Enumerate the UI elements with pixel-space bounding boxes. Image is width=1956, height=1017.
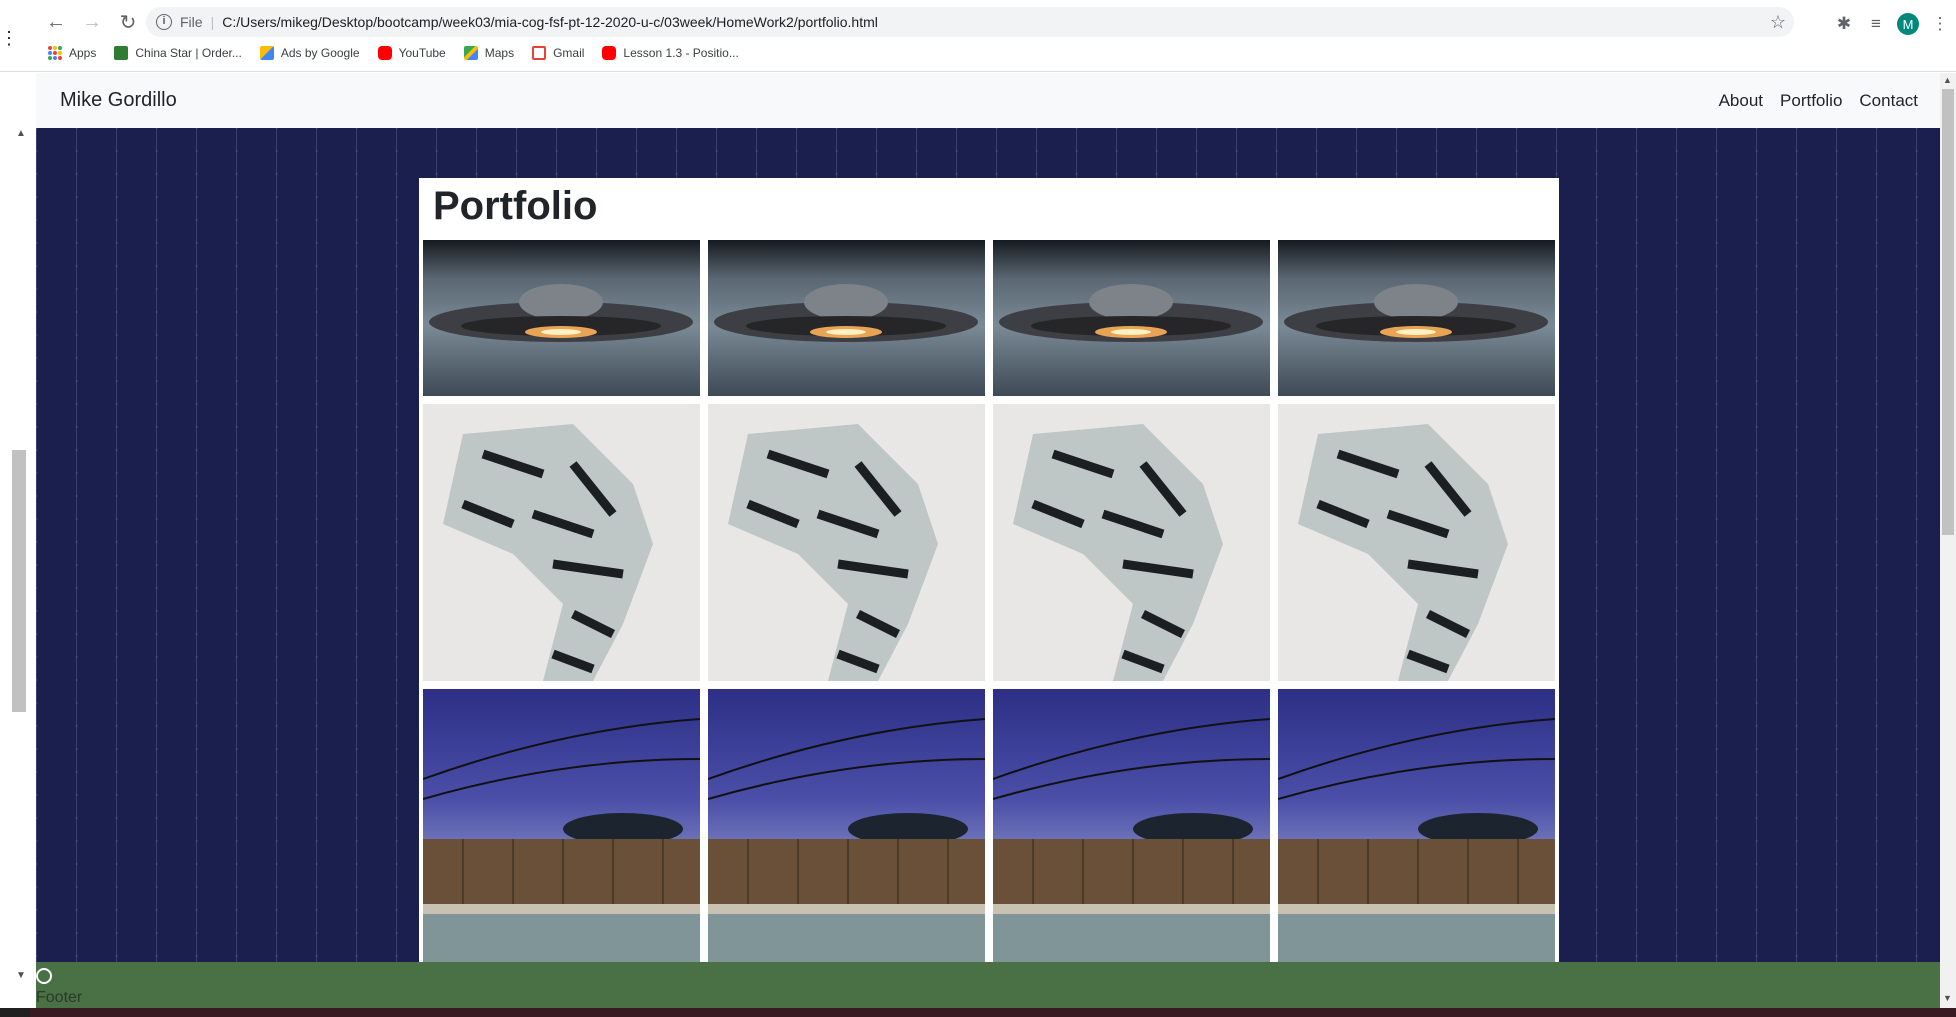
bookmark-label: Apps [69,46,97,60]
site-navbar: Mike Gordillo About Portfolio Contact [36,73,1942,128]
bookmark-label: Gmail [553,46,585,60]
address-bar[interactable]: i File | C:/Users/mikeg/Desktop/bootcamp… [146,7,1794,37]
footer-text: Footer [36,989,83,1006]
url-scheme: File [180,14,203,30]
back-arrow-icon[interactable]: ← [40,6,72,38]
nav-link-contact[interactable]: Contact [1859,91,1918,111]
bookmark-youtube[interactable]: YouTube [377,46,446,60]
reload-icon[interactable]: ↻ [112,6,144,38]
scrollbar-thumb[interactable] [12,450,26,712]
scroll-down-icon[interactable]: ▼ [16,970,26,981]
forward-arrow-icon[interactable]: → [76,6,108,38]
bookmark-star-icon[interactable]: ☆ [1770,12,1786,33]
portfolio-image-tiger [423,404,700,681]
toolbar-actions: ✱ ≡ M ⋮ [1828,8,1956,40]
nav-links: About Portfolio Contact [1702,91,1918,111]
bookmark-label: China Star | Order... [135,46,242,60]
page-viewport: Mike Gordillo About Portfolio Contact Po… [36,73,1942,1017]
nav-link-portfolio[interactable]: Portfolio [1780,91,1842,111]
scroll-up-icon[interactable]: ▲ [1943,75,1952,85]
gmail-icon [532,46,547,60]
site-brand[interactable]: Mike Gordillo [60,89,177,112]
scroll-down-icon[interactable]: ▼ [1943,993,1952,1003]
portfolio-gallery [423,240,1555,966]
google-ads-icon [259,46,274,60]
bookmark-label: Ads by Google [280,46,360,60]
bookmark-lesson[interactable]: Lesson 1.3 - Positio... [602,46,739,60]
youtube-icon [602,46,617,60]
portfolio-image-ufo [993,240,1270,396]
bookmarks-bar: Apps China Star | Order... Ads by Google… [0,42,1956,64]
portfolio-image-pool [708,689,985,966]
bookmark-gmail[interactable]: Gmail [532,46,584,60]
url-separator: | [210,14,215,30]
portfolio-image-pool [1278,689,1555,966]
bookmark-label: YouTube [398,46,446,60]
info-icon[interactable]: i [156,14,172,30]
apps-grid-icon [48,46,62,60]
media-queue-icon[interactable]: ≡ [1860,8,1892,40]
portfolio-image-ufo [423,240,700,396]
portfolio-image-pool [993,689,1270,966]
bookmark-label: Maps [484,46,515,60]
extensions-puzzle-icon[interactable]: ✱ [1828,8,1860,40]
patterned-background: Portfolio [36,128,1942,998]
github-icon[interactable] [36,968,52,984]
scroll-up-icon[interactable]: ▲ [16,128,26,139]
bookmark-apps[interactable]: Apps [48,46,96,60]
portfolio-image-ufo [708,240,985,396]
youtube-icon [377,46,392,60]
maps-icon [463,46,478,60]
os-taskbar [0,1008,1956,1017]
portfolio-image-tiger [708,404,985,681]
bookmark-china-star[interactable]: China Star | Order... [114,46,242,60]
browser-chrome: ⋮ ← → ↻ i File | C:/Users/mikeg/Desktop/… [0,0,1956,72]
profile-avatar[interactable]: M [1897,13,1919,35]
bookmark-label: Lesson 1.3 - Positio... [623,46,739,60]
url-text[interactable]: C:/Users/mikeg/Desktop/bootcamp/week03/m… [222,14,878,30]
bookmark-ads-by-google[interactable]: Ads by Google [259,46,360,60]
bookmark-maps[interactable]: Maps [463,46,515,60]
taskbar-start[interactable] [0,1008,30,1017]
page-title: Portfolio [433,184,598,228]
page-scrollbar[interactable]: ▲ ▼ [1940,73,1956,1017]
browser-toolbar: ← → ↻ i File | C:/Users/mikeg/Desktop/bo… [0,4,1956,40]
left-panel-scrollbar[interactable]: ▲ ▼ [0,120,36,1017]
portfolio-image-pool [423,689,700,966]
portfolio-card: Portfolio [419,178,1559,998]
menu-dots-icon[interactable]: ⋮ [1924,8,1956,40]
scrollbar-thumb[interactable] [1942,89,1954,535]
nav-link-about[interactable]: About [1719,91,1763,111]
portfolio-image-ufo [1278,240,1555,396]
china-star-icon [114,46,129,60]
portfolio-image-tiger [993,404,1270,681]
portfolio-image-tiger [1278,404,1555,681]
